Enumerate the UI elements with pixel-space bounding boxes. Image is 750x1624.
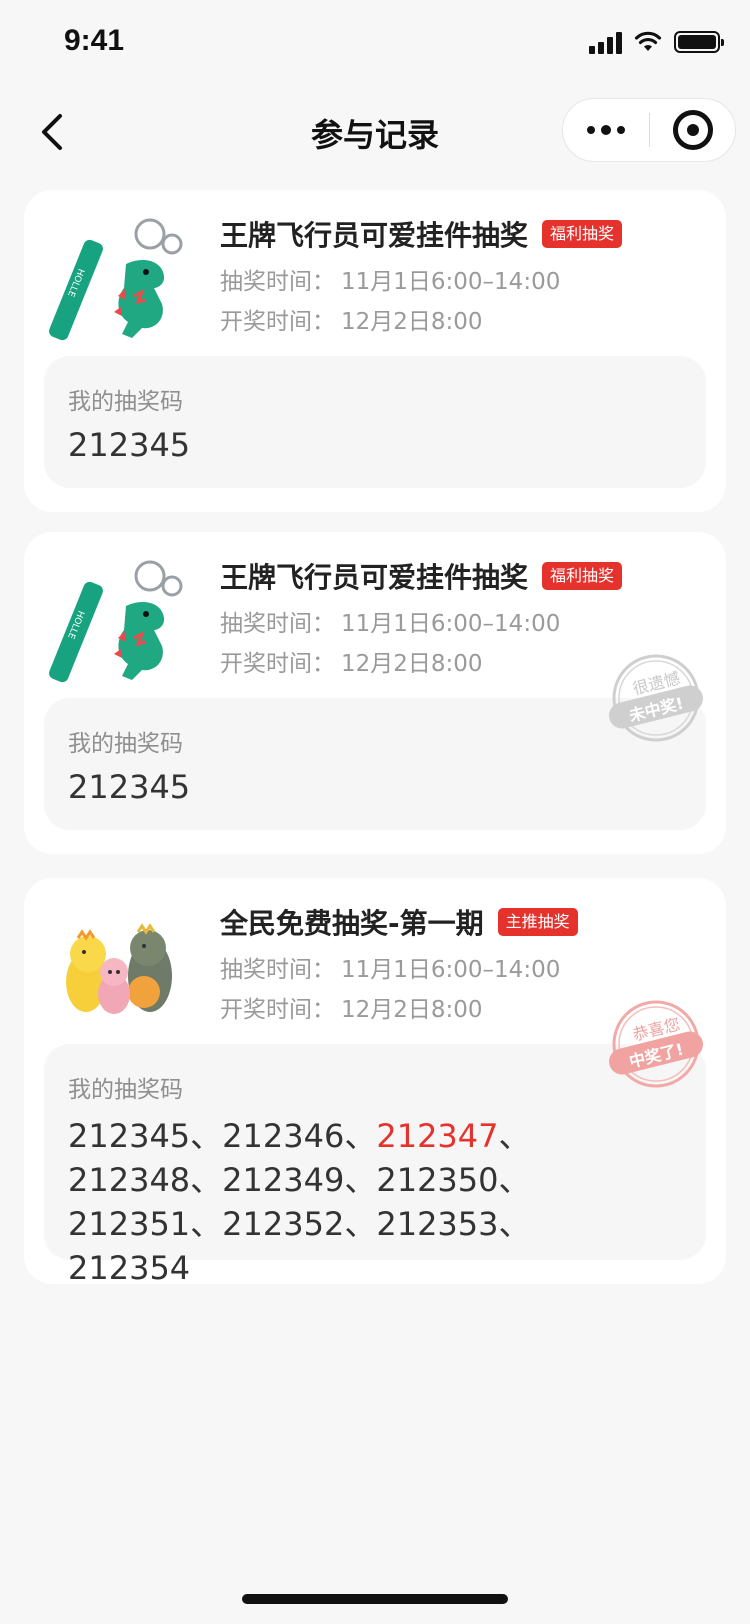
open-time-value: 12月2日8:00 [341,309,483,335]
code-separator: 、 [498,1205,531,1243]
lottery-code: 212351 [68,1205,191,1243]
draw-time: 抽奖时间： 11月1日6:00–14:00 [220,950,560,984]
code-separator: 、 [344,1117,377,1155]
code-separator: 、 [498,1117,531,1155]
dinosaur-toys-image [66,923,172,1014]
target-icon [672,110,713,150]
lottery-code-box: 我的抽奖码 212345 [44,698,706,830]
status-icons [589,30,724,54]
lottery-code-list: 212345、212346、212347、212348、212349、21235… [68,1114,646,1290]
lottery-code: 212345 [68,1117,191,1155]
close-miniprogram-button[interactable] [650,99,735,161]
lottery-tag: 福利抽奖 [542,562,623,590]
open-time-value: 12月2日8:00 [341,997,483,1023]
lottery-code-box: 我的抽奖码 212345 [44,356,706,488]
code-separator: 、 [344,1205,377,1243]
keychain-dino-image: HOLLE [49,218,183,341]
nav-bar: 参与记录 [0,88,750,176]
lottery-code: 212345 [68,426,191,464]
draw-time-value: 11月1日6:00–14:00 [341,269,561,295]
draw-time-label: 抽奖时间： [220,611,335,637]
code-separator: 、 [344,1161,377,1199]
lottery-code: 212353 [376,1205,499,1243]
draw-time: 抽奖时间： 11月1日6:00–14:00 [220,604,560,638]
lottery-code: 212354 [68,1249,191,1287]
keychain-dino-image: HOLLE [49,560,183,683]
home-indicator [242,1594,508,1604]
won-stamp: 恭喜您 中奖了! [608,996,704,1092]
lottery-code: 212345 [68,768,191,806]
open-time-value: 12月2日8:00 [341,651,483,677]
more-button[interactable] [563,99,649,161]
open-time-label: 开奖时间： [220,651,335,677]
record-card[interactable]: 全民免费抽奖-第一期 主推抽奖 抽奖时间： 11月1日6:00–14:00 开奖时… [24,878,726,1287]
lottery-code: 212350 [376,1161,499,1199]
lottery-code-box: 我的抽奖码 212345、212346、212347、212348、212349… [44,1044,706,1287]
code-separator: 、 [190,1161,223,1199]
lottery-title: 王牌飞行员可爱挂件抽奖 [220,561,529,594]
record-card[interactable]: HOLLE 王牌飞行员可爱挂件抽奖 福利抽奖 抽奖时间： 11月1日6:00–14… [24,190,726,512]
not-won-stamp: 很遗憾 未中奖! [608,650,704,746]
wifi-icon [634,31,662,51]
code-separator: 、 [498,1161,531,1199]
status-time: 9:41 [64,24,125,57]
lottery-code: 212346 [222,1117,345,1155]
lottery-tag: 福利抽奖 [542,220,623,248]
code-label: 我的抽奖码 [68,389,183,415]
lottery-tag: 主推抽奖 [497,908,578,936]
page: 9:41 参与记录 HOLLE 王牌飞行员可爱挂件抽奖 福利抽奖 抽奖时间： 1… [0,0,750,1624]
open-time-label: 开奖时间： [220,997,335,1023]
draw-time-value: 11月1日6:00–14:00 [341,957,561,983]
more-dots-icon [587,126,595,134]
lottery-title: 全民免费抽奖-第一期 [220,907,484,940]
open-time-label: 开奖时间： [220,309,335,335]
lottery-title: 王牌飞行员可爱挂件抽奖 [220,219,529,252]
draw-time: 抽奖时间： 11月1日6:00–14:00 [220,262,560,296]
status-bar: 9:41 [0,0,750,88]
mini-program-capsule [562,98,736,162]
lottery-code: 212348 [68,1161,191,1199]
open-time: 开奖时间： 12月2日8:00 [220,644,483,678]
card-title-row: 王牌飞行员可爱挂件抽奖 福利抽奖 [220,556,623,596]
draw-time-value: 11月1日6:00–14:00 [341,611,561,637]
code-separator: 、 [190,1205,223,1243]
draw-time-label: 抽奖时间： [220,269,335,295]
code-separator: 、 [190,1117,223,1155]
card-title-row: 王牌飞行员可爱挂件抽奖 福利抽奖 [220,214,623,254]
lottery-code: 212349 [222,1161,345,1199]
card-title-row: 全民免费抽奖-第一期 主推抽奖 [220,902,578,942]
battery-icon [674,31,724,53]
code-label: 我的抽奖码 [68,1077,183,1103]
winning-lottery-code: 212347 [376,1117,499,1155]
code-label: 我的抽奖码 [68,731,183,757]
open-time: 开奖时间： 12月2日8:00 [220,302,483,336]
signal-icon [589,30,622,54]
draw-time-label: 抽奖时间： [220,957,335,983]
record-card[interactable]: HOLLE 王牌飞行员可爱挂件抽奖 福利抽奖 抽奖时间： 11月1日6:00–14… [24,532,726,854]
open-time: 开奖时间： 12月2日8:00 [220,990,483,1024]
lottery-code: 212352 [222,1205,345,1243]
